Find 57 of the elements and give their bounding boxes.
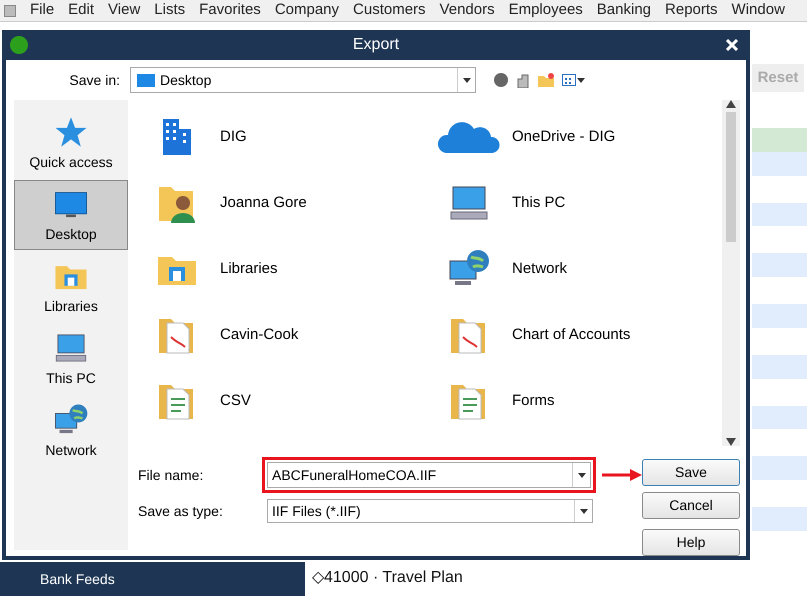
file-name-label: File name: [138, 466, 204, 484]
scroll-down-icon[interactable] [726, 438, 736, 446]
places-item[interactable]: Libraries [14, 252, 128, 322]
menu-item[interactable]: File [30, 0, 54, 22]
menu-item[interactable]: Company [274, 0, 340, 22]
caret-icon [580, 508, 588, 514]
folder-entry[interactable]: Libraries [138, 236, 430, 302]
folder-entry[interactable]: Network [430, 236, 722, 302]
sidebar-item[interactable]: Bank Feeds [40, 568, 115, 590]
view-menu-icon[interactable] [562, 74, 585, 86]
caret-icon [578, 472, 586, 478]
scroll-up-icon[interactable] [726, 100, 736, 108]
places-item[interactable]: Desktop [14, 180, 128, 250]
places-item[interactable]: Quick access [14, 108, 128, 178]
close-icon[interactable] [726, 39, 738, 51]
menu-item[interactable]: Window [732, 0, 785, 22]
folder-entry[interactable]: DIG [138, 104, 430, 170]
menu-item[interactable]: Reports [665, 0, 718, 22]
file-type-dropdown[interactable]: IIF Files (*.IIF) [267, 499, 593, 523]
menu-item[interactable]: Lists [154, 0, 186, 22]
app-logo-icon [10, 36, 28, 54]
folder-entry[interactable]: OneDrive - DIG [430, 104, 722, 170]
file-name-field[interactable]: ABCFuneralHomeCOA.IIF [267, 462, 591, 488]
monitor-icon [137, 74, 155, 86]
dialog-button[interactable]: Save [642, 459, 740, 486]
scrollbar[interactable] [722, 100, 740, 446]
menu-item[interactable]: View [108, 0, 140, 22]
app-menu-icon[interactable] [4, 4, 16, 16]
folder-entry[interactable]: Chart of Accounts [430, 302, 722, 368]
menu-item[interactable]: Favorites [199, 0, 261, 22]
save-in-dropdown[interactable]: Desktop [130, 67, 476, 93]
save-in-label: Save in: [68, 70, 121, 90]
places-item[interactable]: Network [14, 396, 128, 466]
menu-item[interactable]: Vendors [440, 0, 495, 22]
folder-entry[interactable]: Forms [430, 368, 722, 434]
save-as-type-label: Save as type: [138, 502, 224, 521]
scroll-thumb[interactable] [726, 112, 736, 242]
folder-entry[interactable]: CSV [138, 368, 430, 434]
menu-item[interactable]: Edit [68, 0, 94, 22]
menu-item[interactable]: Banking [596, 0, 652, 22]
window-title: Export [352, 35, 400, 55]
folder-entry[interactable]: This PC [430, 170, 722, 236]
caret-icon [577, 78, 585, 82]
folder-entry[interactable]: Cavin-Cook [138, 302, 430, 368]
account-row[interactable]: ◇41000 · Travel Plan [312, 566, 463, 590]
back-icon[interactable] [494, 73, 508, 87]
folder-entry[interactable]: Joanna Gore [138, 170, 430, 236]
menu-item[interactable]: Customers [353, 0, 426, 22]
dropdown-value: Desktop [160, 70, 212, 90]
up-folder-icon[interactable] [516, 72, 530, 88]
dialog-button[interactable]: Help [642, 529, 740, 556]
menu-item[interactable]: Employees [508, 0, 583, 22]
caret-icon [462, 78, 470, 82]
arrow-icon [602, 469, 642, 481]
places-item[interactable]: This PC [14, 324, 128, 394]
new-folder-icon[interactable] [538, 73, 554, 87]
dialog-button[interactable]: Cancel [642, 492, 740, 519]
